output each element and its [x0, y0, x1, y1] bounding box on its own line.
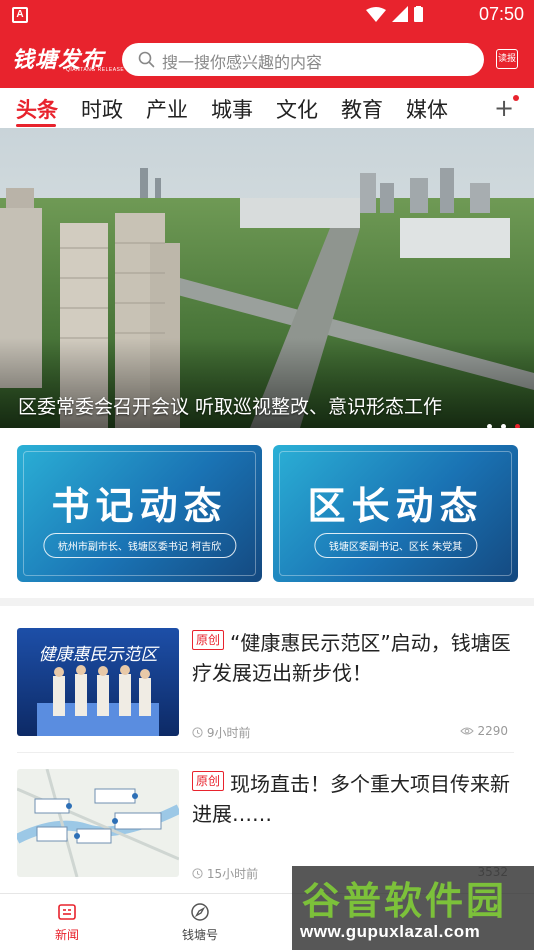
watermark-title: 谷普软件园 [302, 879, 508, 923]
news-time-text: 15小时前 [206, 867, 259, 881]
cell-signal-icon [392, 6, 408, 22]
secretary-news-card[interactable]: 书记动态 杭州市副市长、钱塘区委书记 柯吉欣 [17, 445, 262, 582]
signal-battery-icons [366, 6, 423, 22]
nav-label: 新闻 [54, 928, 79, 942]
card-subtitle: 钱塘区委副书记、区长 朱党其 [313, 533, 478, 558]
headline-banner[interactable]: 区委常委会召开会议 听取巡视整改、意识形态工作 [0, 128, 534, 428]
nav-label: 钱塘号 [181, 928, 218, 942]
card-title: 书记动态 [51, 484, 228, 528]
news-thumbnail [17, 769, 179, 877]
status-bar: A 07:50 [0, 0, 534, 30]
add-channel-button[interactable]: + [494, 94, 514, 122]
district-head-news-card[interactable]: 区长动态 钱塘区委副书记、区长 朱党其 [273, 445, 518, 582]
news-views: 2290 [459, 724, 508, 738]
search-placeholder: 搜一搜你感兴趣的内容 [162, 53, 323, 72]
nav-qiantang-account[interactable]: 钱塘号 [165, 902, 235, 943]
tab-education[interactable]: 教育 [341, 94, 383, 124]
battery-icon [414, 7, 423, 22]
clock-icon [192, 727, 203, 738]
carousel-dots [483, 414, 520, 428]
carousel-dot [486, 424, 492, 428]
app-header: A 07:50 钱塘发布 QIANTANG RELEASE 搜一搜你感兴趣的内容… [0, 0, 534, 88]
news-icon [58, 904, 76, 920]
search-input[interactable]: 搜一搜你感兴趣的内容 [122, 43, 484, 76]
status-time: 07:50 [478, 4, 524, 24]
tab-culture[interactable]: 文化 [276, 94, 318, 124]
news-time-text: 9小时前 [206, 726, 251, 740]
compass-icon [191, 903, 209, 921]
notification-icon: A [12, 7, 28, 23]
active-tab-indicator [16, 124, 56, 127]
tab-politics[interactable]: 时政 [81, 94, 123, 124]
app-logo-subtitle: QIANTANG RELEASE [66, 67, 125, 73]
card-title: 区长动态 [307, 484, 484, 528]
news-time: 9小时前 [192, 724, 250, 741]
tab-media[interactable]: 媒体 [406, 94, 448, 124]
tab-city[interactable]: 城事 [211, 94, 253, 124]
news-time: 15小时前 [192, 865, 258, 882]
news-views-count: 2290 [477, 724, 508, 738]
tab-industry[interactable]: 产业 [146, 94, 188, 124]
news-item[interactable]: 健康惠民示范区 原创 “健康惠民示范区”启动，钱塘医疗发展迈出新步伐！ 9小时前 [0, 628, 534, 768]
tab-headline[interactable]: 头条 [16, 94, 58, 124]
read-newspaper-button[interactable]: 读报 [496, 49, 518, 69]
banner-image [0, 128, 534, 428]
card-subtitle: 杭州市副市长、钱塘区委书记 柯吉欣 [42, 533, 237, 558]
carousel-dot [500, 424, 506, 428]
site-watermark: 谷普软件园 www.gupuxlazal.com [292, 866, 534, 950]
news-title: 现场直击！多个重大项目传来新进展…… [192, 772, 510, 826]
new-badge-dot [513, 95, 519, 101]
watermark-url: www.gupuxlazal.com [300, 922, 481, 941]
news-thumbnail: 健康惠民示范区 [17, 628, 179, 736]
search-icon [138, 51, 155, 68]
section-divider [0, 598, 534, 606]
nav-news[interactable]: 新闻 [32, 902, 102, 943]
thumbnail-banner-text: 健康惠民示范区 [39, 645, 161, 665]
wifi-icon [366, 7, 386, 22]
eye-icon [459, 727, 474, 735]
channel-tabs: 头条 时政 产业 城事 文化 教育 媒体 + [0, 88, 534, 128]
carousel-dot-active [515, 424, 520, 428]
clock-icon [192, 868, 203, 879]
banner-caption: 区委常委会召开会议 听取巡视整改、意识形态工作 [18, 396, 443, 418]
list-separator [17, 752, 514, 753]
news-title: “健康惠民示范区”启动，钱塘医疗发展迈出新步伐！ [192, 631, 511, 685]
